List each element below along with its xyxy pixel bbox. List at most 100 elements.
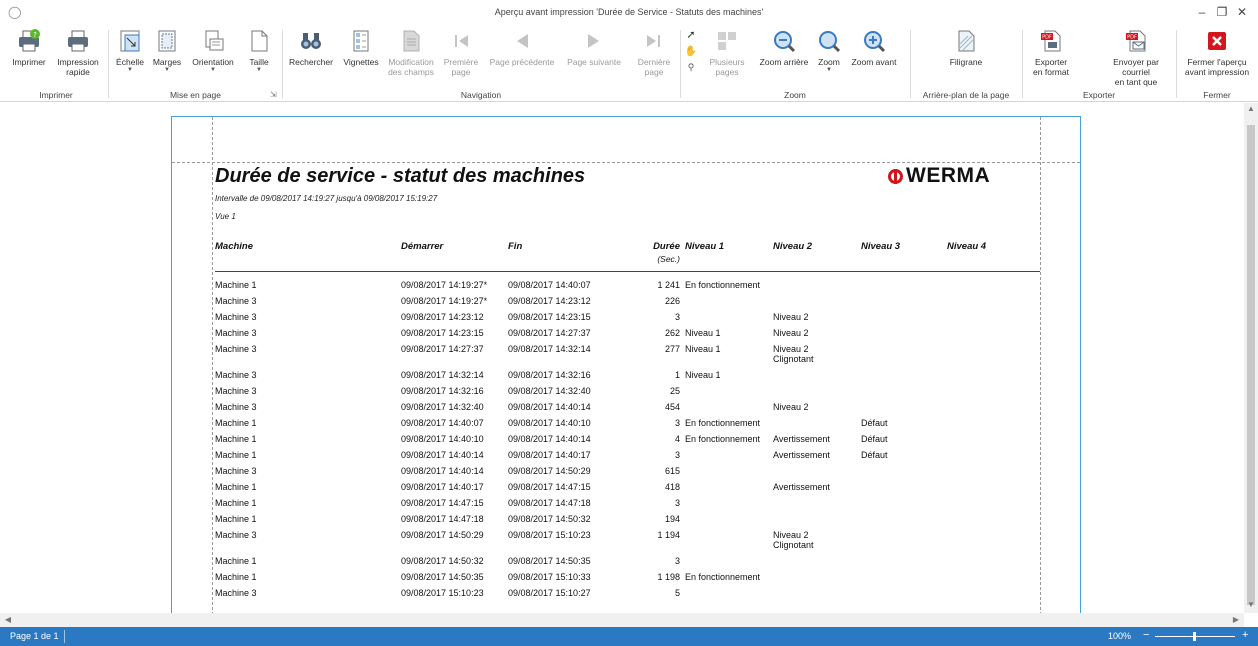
cell-level1: Niveau 1 [685,344,721,354]
pointer-tool-button[interactable]: ➚ [684,30,698,41]
cell-machine: Machine 1 [215,434,257,444]
cell-machine: Machine 1 [215,498,257,508]
group-separator [1176,30,1177,98]
orientation-icon [205,30,224,51]
minimize-button[interactable]: – [1192,4,1212,20]
multiple-pages-button[interactable]: Plusieurs pages [702,28,752,77]
first-page-button[interactable]: Première page [440,28,482,77]
margins-button[interactable]: Marges ▼ [150,28,184,74]
cell-level2: Niveau 2 [773,312,809,322]
cell-start: 09/08/2017 14:32:16 [401,386,484,396]
orientation-button[interactable]: Orientation ▼ [188,28,238,74]
previous-page-button[interactable]: Page précédente [486,28,558,67]
cell-end: 09/08/2017 14:23:15 [508,312,591,322]
magnifier-icon: ⚲ [687,62,695,72]
table-row: Machine 1 09/08/2017 14:19:27* 09/08/2017 … [172,277,1080,293]
thumbnails-button[interactable]: Vignettes [340,28,382,67]
print-button[interactable]: ? Imprimer [8,28,50,67]
cell-machine: Machine 3 [215,344,257,354]
zoom-button[interactable]: Zoom ▼ [814,28,844,74]
close-preview-button[interactable]: Fermer l'aperçu avant impression [1180,28,1254,77]
cell-duration: 194 [664,514,680,524]
cell-end: 09/08/2017 14:23:12 [508,296,591,306]
vertical-scroll-thumb[interactable] [1247,125,1255,605]
cell-level2: Niveau 2 [773,402,809,412]
zoom-minus-button[interactable]: − [1143,629,1149,641]
zoom-plus-button[interactable]: + [1242,629,1248,641]
cell-level1: En fonctionnement [685,434,761,444]
group-separator [1022,30,1023,98]
cell-level2-text: Avertissement [773,450,830,460]
cell-duration: 3 [674,498,680,508]
next-page-icon [588,34,599,48]
table-row: Machine 3 09/08/2017 14:32:16 09/08/2017 1… [172,383,1080,399]
close-window-button[interactable]: ✕ [1232,4,1252,20]
cell-level2-secondary: Clignotant [773,540,814,550]
status-bar: Page 1 de 1 100% − + [0,627,1258,646]
cell-end: 09/08/2017 14:40:14 [508,434,591,444]
restore-button[interactable]: ❐ [1212,4,1232,20]
scroll-left-icon[interactable]: ◀ [2,613,14,627]
cell-level3: Défaut [861,450,888,460]
table-row: Machine 1 09/08/2017 14:40:10 09/08/2017 1… [172,431,1080,447]
cell-start: 09/08/2017 14:40:14 [401,466,484,476]
header-divider [215,271,1040,272]
page-size-icon [251,30,268,52]
scroll-down-icon[interactable]: ▼ [1244,599,1258,611]
document-viewer[interactable]: Durée de service - statut des machines I… [0,103,1244,613]
dialog-launcher-icon[interactable]: ⇲ [270,90,277,99]
magnifier-tool-button[interactable]: ⚲ [684,62,698,72]
vertical-scrollbar[interactable]: ▲ ▼ [1244,103,1258,613]
horizontal-scrollbar[interactable]: ◀ ▶ [0,613,1244,627]
cell-level2: Avertissement [773,434,830,444]
hand-tool-button[interactable]: ✋ [684,46,698,57]
cell-end: 09/08/2017 15:10:27 [508,588,591,598]
zoom-out-button[interactable]: Zoom arrière [756,28,812,67]
cell-machine: Machine 3 [215,370,257,380]
group-label-zoom: Zoom [784,90,806,100]
cell-level2: Avertissement [773,450,830,460]
size-button[interactable]: Taille ▼ [242,28,276,74]
report-view: Vue 1 [215,212,236,221]
table-row: Machine 3 09/08/2017 14:19:27* 09/08/2017 … [172,293,1080,309]
group-label-print: Imprimer [39,90,73,100]
scale-icon [120,30,140,52]
thumbnails-label: Vignettes [343,57,379,67]
next-page-button[interactable]: Page suivante [560,28,628,67]
previous-page-label: Page précédente [489,57,555,67]
scroll-right-icon[interactable]: ▶ [1230,613,1242,627]
last-page-icon [647,35,660,47]
zoom-out-label: Zoom arrière [759,57,809,67]
werma-logo-text: WERMA [906,164,991,187]
edit-fields-label-1: Modification [388,57,434,67]
scroll-up-icon[interactable]: ▲ [1244,103,1258,115]
quick-printer-icon [68,30,88,52]
zoom-slider-thumb[interactable] [1193,632,1196,641]
cell-end: 09/08/2017 14:40:17 [508,450,591,460]
export-format-button[interactable]: PDF Exporter en format [1026,28,1076,77]
print-label: Imprimer [12,57,46,67]
table-row: Machine 1 09/08/2017 14:47:18 09/08/2017 1… [172,511,1080,527]
cell-end: 09/08/2017 14:32:14 [508,344,591,354]
find-button[interactable]: Rechercher [286,28,336,67]
cell-start: 09/08/2017 14:19:27* [401,280,488,290]
quick-print-button[interactable]: Impression rapide [54,28,102,77]
orientation-label: Orientation [192,57,234,67]
send-email-button[interactable]: PDF Envoyer par courriel en tant que [1098,28,1174,87]
cell-duration: 454 [664,402,680,412]
cell-start: 09/08/2017 14:40:14 [401,450,484,460]
zoom-in-button[interactable]: Zoom avant [848,28,900,67]
svg-text:PDF: PDF [1042,35,1052,41]
scale-button[interactable]: Échelle ▼ [113,28,147,74]
edit-fields-button[interactable]: Modification des champs [386,28,436,77]
thumbnails-icon [353,30,369,52]
binoculars-icon [301,33,321,49]
cell-start: 09/08/2017 14:32:14 [401,370,484,380]
find-label: Rechercher [289,57,333,67]
column-header-end: Fin [508,241,523,252]
cell-duration: 1 198 [657,572,680,582]
chevron-down-icon: ▼ [256,67,262,73]
watermark-button[interactable]: Filigrane [930,28,1002,67]
cell-duration: 262 [664,328,680,338]
last-page-button[interactable]: Dernière page [632,28,676,77]
